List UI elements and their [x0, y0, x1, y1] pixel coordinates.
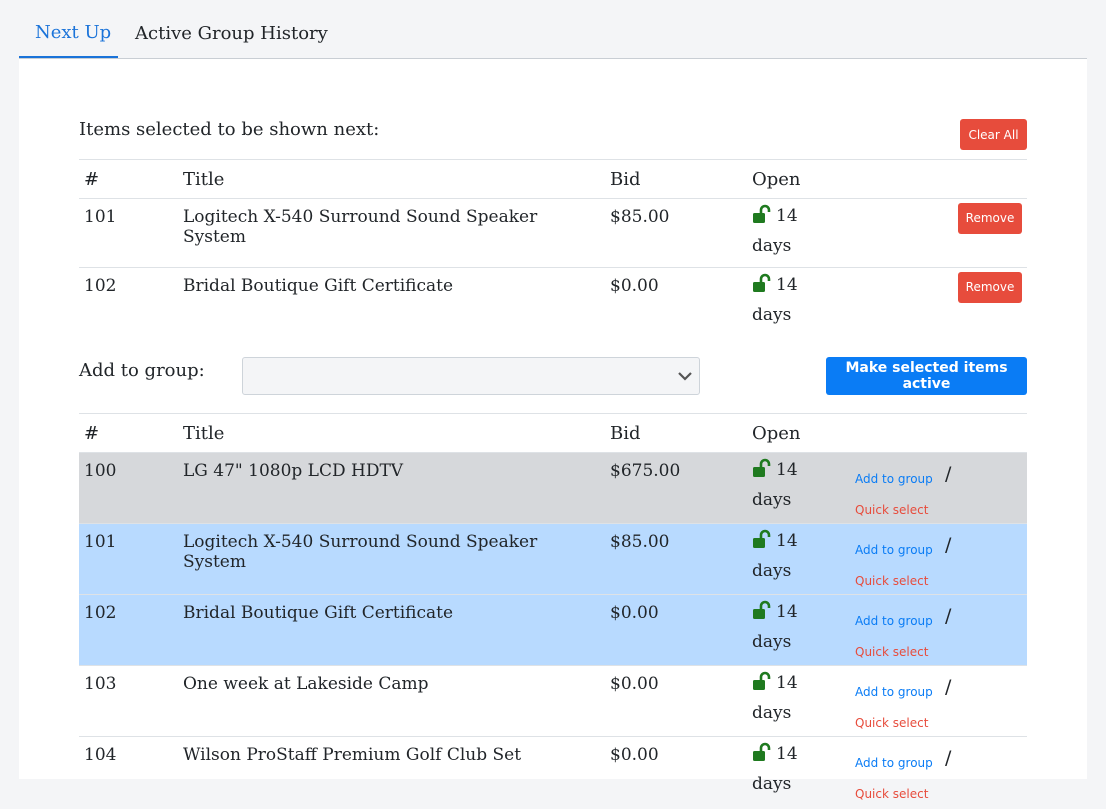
- add-to-group-label: Add to group:: [79, 360, 205, 381]
- remove-button[interactable]: Remove: [958, 271, 1022, 303]
- item-row[interactable]: 104 Wilson ProStaff Premium Golf Club Set…: [79, 736, 1027, 808]
- item-bid: $85.00: [610, 532, 670, 552]
- item-bid: $675.00: [610, 461, 681, 481]
- item-bid: $0.00: [610, 603, 659, 623]
- open-days-unit: days: [752, 236, 792, 256]
- open-days-unit: days: [752, 774, 792, 794]
- add-to-group-link[interactable]: Add to group: [855, 464, 933, 494]
- item-number: 101: [84, 207, 117, 227]
- item-title: Logitech X-540 Surround Sound Speaker Sy…: [183, 207, 538, 247]
- item-bid: $0.00: [610, 745, 659, 765]
- column-header-num: #: [79, 159, 178, 199]
- selected-item-row: 102 Bridal Boutique Gift Certificate $0.00…: [79, 267, 1027, 337]
- tab-next-up[interactable]: Next Up: [19, 0, 118, 58]
- tab-active-group-history[interactable]: Active Group History: [135, 0, 328, 58]
- items-table-header: # Title Bid Open: [79, 413, 1027, 453]
- column-header-title: Title: [178, 413, 605, 453]
- row-actions: Add to group / Quick select: [855, 532, 1022, 592]
- item-bid: $85.00: [610, 207, 670, 227]
- open-days-number: 14: [776, 460, 798, 480]
- quick-select-link[interactable]: Quick select: [855, 708, 928, 738]
- item-row[interactable]: 100 LG 47" 1080p LCD HDTV $675.00 14 days Add…: [79, 452, 1027, 524]
- next-up-panel: Items selected to be shown next: Clear A…: [19, 59, 1087, 808]
- items-table-body: 100 LG 47" 1080p LCD HDTV $675.00 14 days Add…: [79, 452, 1027, 808]
- item-row[interactable]: 103 One week at Lakeside Camp $0.00 14 days A…: [79, 665, 1027, 737]
- unlocked-padlock-icon: [753, 273, 771, 292]
- add-to-group-link[interactable]: Add to group: [855, 535, 933, 565]
- quick-select-link[interactable]: Quick select: [855, 779, 928, 809]
- selected-table-header: # Title Bid Open: [79, 159, 1027, 199]
- selected-items-table: # Title Bid Open 101 Logitech X-540 Surro…: [79, 159, 1027, 337]
- item-title: Wilson ProStaff Premium Golf Club Set: [183, 745, 522, 765]
- action-separator: /: [945, 605, 952, 627]
- open-days-unit: days: [752, 703, 792, 723]
- row-actions: Add to group / Quick select: [855, 674, 1022, 734]
- item-title: One week at Lakeside Camp: [183, 674, 429, 694]
- unlocked-padlock-icon: [753, 204, 771, 223]
- item-number: 100: [84, 461, 117, 481]
- open-days-unit: days: [752, 305, 792, 325]
- chevron-down-icon: [678, 372, 692, 381]
- add-to-group-link[interactable]: Add to group: [855, 748, 933, 778]
- item-title: Bridal Boutique Gift Certificate: [183, 276, 454, 296]
- open-days-unit: days: [752, 561, 792, 581]
- quick-select-link[interactable]: Quick select: [855, 637, 928, 667]
- unlocked-padlock-icon: [753, 529, 771, 548]
- item-row[interactable]: 102 Bridal Boutique Gift Certificate $0.00…: [79, 594, 1027, 666]
- column-header-actions: [857, 159, 1027, 199]
- column-header-actions: [850, 413, 1027, 453]
- selected-table-body: 101 Logitech X-540 Surround Sound Speaker…: [79, 198, 1027, 337]
- remove-button[interactable]: Remove: [958, 202, 1022, 234]
- item-number: 103: [84, 674, 117, 694]
- item-row[interactable]: 101 Logitech X-540 Surround Sound Speaker…: [79, 523, 1027, 595]
- selected-item-row: 101 Logitech X-540 Surround Sound Speaker…: [79, 198, 1027, 268]
- column-header-num: #: [79, 413, 178, 453]
- tab-bar: Next Up Active Group History: [19, 0, 1087, 59]
- open-days-number: 14: [776, 206, 798, 226]
- quick-select-link[interactable]: Quick select: [855, 495, 928, 525]
- open-days-number: 14: [776, 673, 798, 693]
- item-bid: $0.00: [610, 674, 659, 694]
- unlocked-padlock-icon: [753, 671, 771, 690]
- unlocked-padlock-icon: [753, 458, 771, 477]
- open-days-number: 14: [776, 744, 798, 764]
- open-days-unit: days: [752, 632, 792, 652]
- item-title: Bridal Boutique Gift Certificate: [183, 603, 454, 623]
- open-days-number: 14: [776, 275, 798, 295]
- unlocked-padlock-icon: [753, 742, 771, 761]
- column-header-bid: Bid: [605, 413, 747, 453]
- action-separator: /: [945, 534, 952, 556]
- column-header-open: Open: [747, 159, 857, 199]
- column-header-open: Open: [747, 413, 850, 453]
- row-actions: Add to group / Quick select: [855, 461, 1022, 521]
- action-separator: /: [945, 463, 952, 485]
- add-to-group-link[interactable]: Add to group: [855, 606, 933, 636]
- row-actions: Add to group / Quick select: [855, 603, 1022, 663]
- open-days-number: 14: [776, 531, 798, 551]
- group-select[interactable]: [242, 357, 700, 395]
- quick-select-link[interactable]: Quick select: [855, 566, 928, 596]
- action-separator: /: [945, 676, 952, 698]
- selected-items-heading: Items selected to be shown next:: [79, 119, 380, 140]
- item-title: LG 47" 1080p LCD HDTV: [183, 461, 404, 481]
- add-to-group-link[interactable]: Add to group: [855, 677, 933, 707]
- action-separator: /: [945, 747, 952, 769]
- open-days-unit: days: [752, 490, 792, 510]
- item-number: 102: [84, 276, 117, 296]
- make-active-button[interactable]: Make selected items active: [826, 357, 1027, 395]
- open-days-number: 14: [776, 602, 798, 622]
- unlocked-padlock-icon: [753, 600, 771, 619]
- item-number: 102: [84, 603, 117, 623]
- item-bid: $0.00: [610, 276, 659, 296]
- clear-all-button[interactable]: Clear All: [960, 119, 1027, 150]
- row-actions: Add to group / Quick select: [855, 745, 1022, 805]
- column-header-title: Title: [178, 159, 605, 199]
- item-number: 104: [84, 745, 117, 765]
- items-table: # Title Bid Open 100 LG 47" 1080p LCD HDT…: [79, 413, 1027, 808]
- item-number: 101: [84, 532, 117, 552]
- item-title: Logitech X-540 Surround Sound Speaker Sy…: [183, 532, 538, 572]
- column-header-bid: Bid: [605, 159, 747, 199]
